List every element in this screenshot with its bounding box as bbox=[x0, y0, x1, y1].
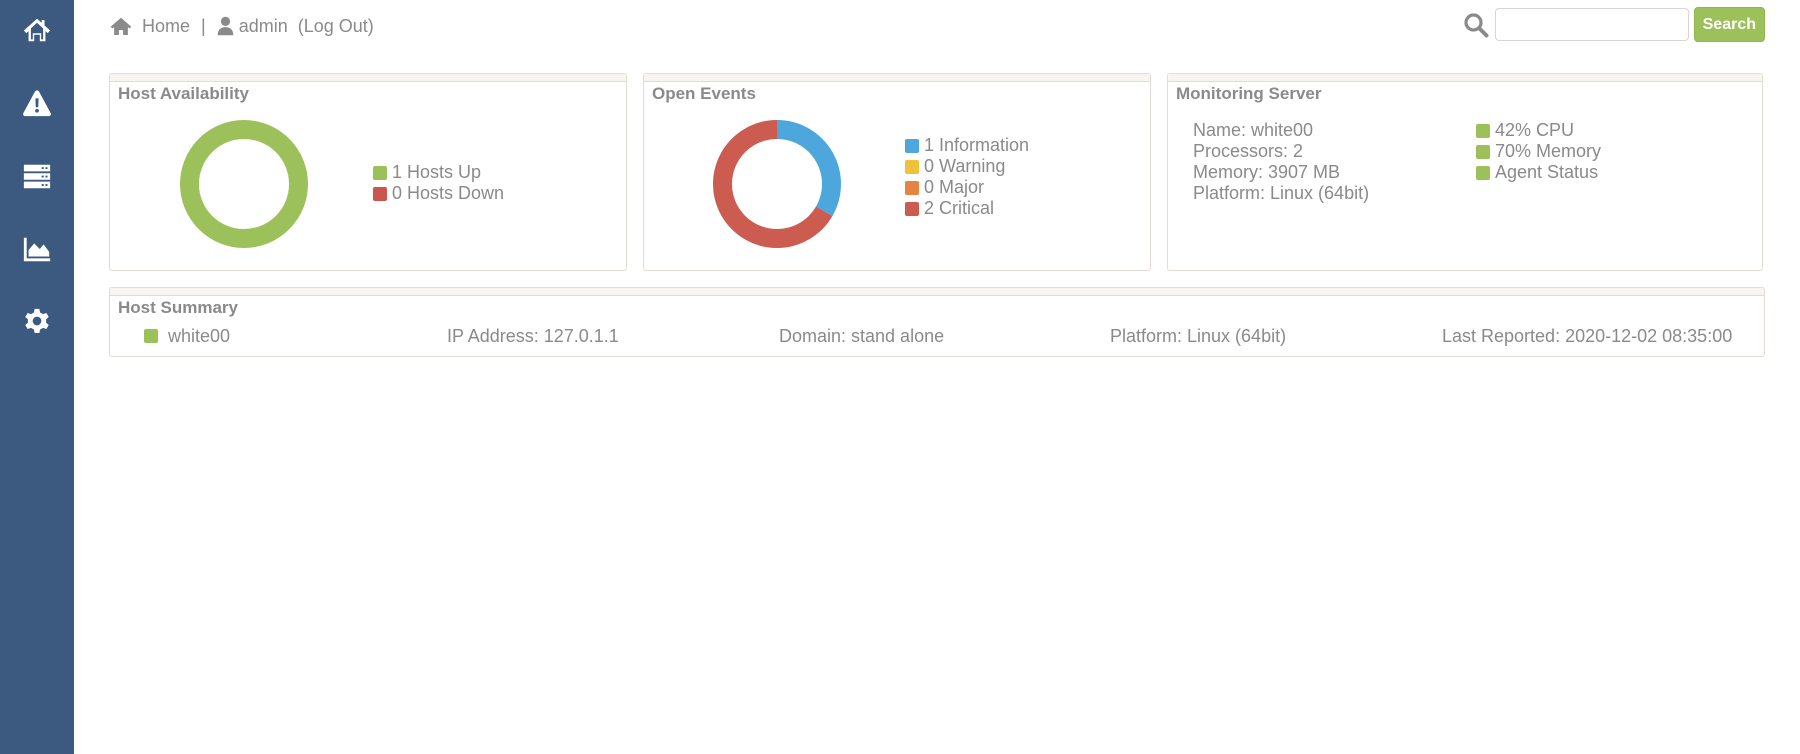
search-bar: Search bbox=[1463, 7, 1765, 42]
metric-cpu: 42% CPU bbox=[1476, 120, 1601, 141]
warning-icon bbox=[23, 90, 51, 117]
server-metrics: 42% CPU 70% Memory Agent Status bbox=[1476, 120, 1601, 183]
sidebar-item-reports[interactable] bbox=[0, 219, 74, 279]
legend-swatch bbox=[373, 186, 387, 201]
server-processors: Processors: 2 bbox=[1193, 141, 1304, 161]
legend-item-hosts-up: 1 Hosts Up bbox=[373, 162, 504, 183]
legend-swatch bbox=[905, 138, 919, 153]
open-events-legend: 1 Information 0 Warning 0 Major 2 Critic… bbox=[905, 135, 1029, 219]
legend-label: 2 Critical bbox=[924, 198, 995, 218]
legend-item-warning: 0 Warning bbox=[905, 156, 1029, 177]
logout-link[interactable]: (Log Out) bbox=[298, 16, 374, 37]
server-memory: Memory: 3907 MB bbox=[1193, 162, 1341, 182]
legend-item-hosts-down: 0 Hosts Down bbox=[373, 183, 504, 204]
host-name[interactable]: white00 bbox=[168, 326, 230, 347]
legend-item-information: 1 Information bbox=[905, 135, 1029, 156]
legend-label: 0 Major bbox=[924, 177, 985, 197]
sidebar bbox=[0, 0, 74, 754]
metric-label: Agent Status bbox=[1495, 162, 1599, 182]
table-row[interactable]: white00 IP Address: 127.0.1.1 Domain: st… bbox=[110, 326, 1764, 348]
host-platform: Platform: Linux (64bit) bbox=[1110, 326, 1287, 346]
user-icon bbox=[217, 16, 234, 36]
legend-item-major: 0 Major bbox=[905, 177, 1029, 198]
status-indicator bbox=[144, 329, 158, 343]
legend-label: 0 Warning bbox=[924, 156, 1006, 176]
metric-label: 42% CPU bbox=[1495, 120, 1575, 140]
legend-swatch bbox=[373, 165, 387, 180]
donut-slice-hosts-up bbox=[180, 120, 308, 248]
server-icon bbox=[23, 164, 51, 189]
host-last-reported: Last Reported: 2020-12-02 08:35:00 bbox=[1442, 326, 1733, 346]
sidebar-item-events[interactable] bbox=[0, 73, 74, 133]
metric-memory: 70% Memory bbox=[1476, 141, 1601, 162]
panel-title: Monitoring Server bbox=[1176, 84, 1322, 103]
breadcrumb: Home | admin (Log Out) bbox=[110, 14, 374, 38]
host-ip: IP Address: 127.0.1.1 bbox=[447, 326, 619, 346]
legend-item-critical: 2 Critical bbox=[905, 198, 1029, 219]
host-domain: Domain: stand alone bbox=[779, 326, 945, 346]
area-chart-icon bbox=[23, 237, 51, 262]
legend-label: 0 Hosts Down bbox=[392, 183, 505, 203]
home-icon bbox=[110, 16, 132, 36]
username-label: admin bbox=[238, 15, 288, 36]
server-name: Name: white00 bbox=[1193, 120, 1314, 140]
sidebar-item-settings[interactable] bbox=[0, 291, 74, 351]
donut-slice-information bbox=[777, 120, 841, 216]
panel-title: Host Availability bbox=[118, 84, 249, 103]
search-button[interactable]: Search bbox=[1693, 7, 1765, 42]
panel-title: Open Events bbox=[652, 84, 756, 103]
gear-icon bbox=[25, 308, 49, 333]
sidebar-item-hosts[interactable] bbox=[0, 146, 74, 206]
server-platform: Platform: Linux (64bit) bbox=[1193, 183, 1370, 203]
monitoring-server-panel: Monitoring Server Name: white00 Processo… bbox=[1167, 73, 1763, 271]
legend-swatch bbox=[905, 180, 919, 195]
home-link[interactable]: Home bbox=[142, 16, 190, 37]
home-icon bbox=[23, 18, 51, 42]
host-summary-panel: Host Summary white00 IP Address: 127.0.1… bbox=[109, 287, 1765, 357]
panel-title: Host Summary bbox=[118, 298, 238, 317]
status-indicator bbox=[1476, 144, 1490, 159]
breadcrumb-separator: | bbox=[201, 15, 206, 36]
host-availability-donut bbox=[180, 120, 308, 248]
open-events-donut bbox=[713, 120, 841, 248]
open-events-panel: Open Events 1 Information 0 Warning 0 Ma… bbox=[643, 73, 1151, 271]
status-indicator bbox=[1476, 165, 1490, 180]
host-availability-legend: 1 Hosts Up 0 Hosts Down bbox=[373, 162, 504, 204]
legend-swatch bbox=[905, 201, 919, 216]
legend-label: 1 Information bbox=[924, 135, 1030, 155]
server-details: Name: white00 Processors: 2 Memory: 3907… bbox=[1193, 120, 1369, 204]
search-icon[interactable] bbox=[1463, 12, 1489, 38]
sidebar-item-home[interactable] bbox=[0, 0, 74, 60]
search-input[interactable] bbox=[1494, 8, 1689, 41]
metric-agent-status: Agent Status bbox=[1476, 162, 1601, 183]
metric-label: 70% Memory bbox=[1495, 141, 1602, 161]
status-indicator bbox=[1476, 123, 1490, 138]
legend-swatch bbox=[905, 159, 919, 174]
legend-label: 1 Hosts Up bbox=[392, 162, 482, 182]
host-availability-panel: Host Availability 1 Hosts Up 0 Hosts Dow… bbox=[109, 73, 627, 271]
